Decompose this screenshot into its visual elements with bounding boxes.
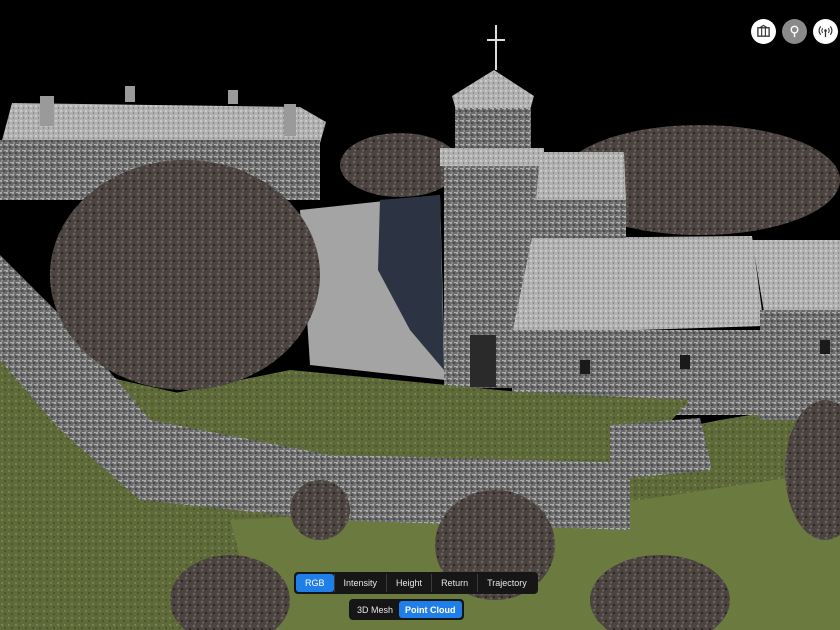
color-mode-rgb[interactable]: RGB [296, 574, 334, 592]
location-pin-button[interactable] [782, 19, 807, 44]
window [820, 340, 830, 354]
rear-roof [536, 152, 626, 202]
window [680, 355, 690, 369]
antenna-signal-icon [818, 25, 833, 38]
tower-ledge [440, 148, 544, 166]
point-cloud-viewport[interactable] [0, 0, 840, 630]
window [580, 360, 590, 374]
color-mode-intensity[interactable]: Intensity [333, 574, 387, 592]
rear-wall [536, 200, 626, 238]
color-mode-trajectory[interactable]: Trajectory [477, 574, 536, 592]
tower-door [470, 335, 496, 387]
antenna-signal-button[interactable] [813, 19, 838, 44]
color-mode-height[interactable]: Height [386, 574, 431, 592]
lower-tree [290, 480, 350, 540]
color-mode-return[interactable]: Return [431, 574, 477, 592]
map-layers-button[interactable] [751, 19, 776, 44]
chimney [40, 96, 54, 126]
top-toolbar [745, 19, 838, 44]
tower-belfry [455, 108, 531, 148]
view-mode-point-cloud[interactable]: Point Cloud [399, 601, 462, 618]
color-mode-selector: RGB Intensity Height Return Trajectory [294, 572, 538, 594]
chimney [284, 104, 296, 136]
large-tree [50, 160, 320, 390]
map-layers-icon [757, 24, 770, 37]
location-pin-icon [790, 25, 799, 38]
chimney [228, 90, 238, 104]
nave-roof [512, 236, 764, 334]
view-mode-selector: 3D Mesh Point Cloud [349, 599, 464, 620]
chimney [125, 86, 135, 102]
side-roof [752, 240, 840, 312]
view-mode-3d-mesh[interactable]: 3D Mesh [351, 601, 399, 618]
